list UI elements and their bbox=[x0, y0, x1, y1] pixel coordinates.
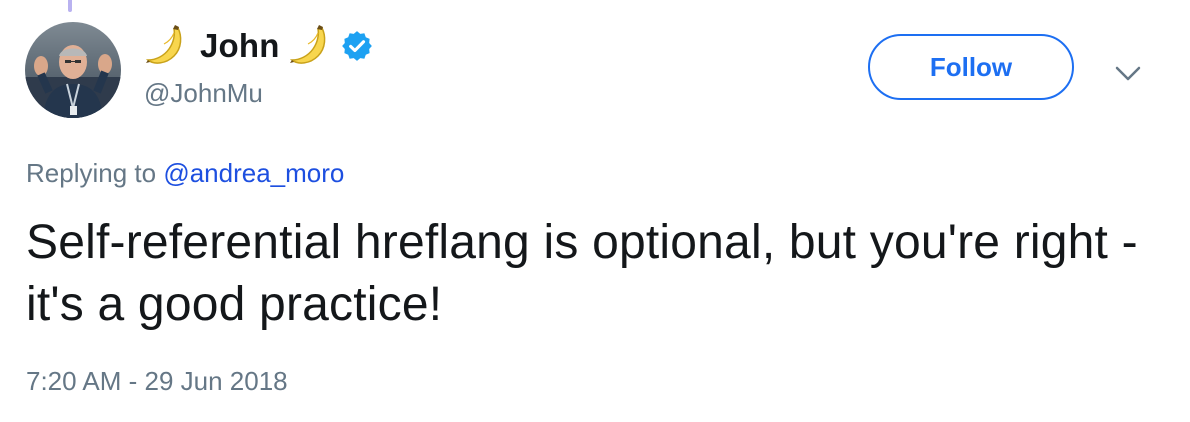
replying-to-line: Replying to @andrea_moro bbox=[26, 158, 344, 189]
tweet-text: Self-referential hreflang is optional, b… bbox=[26, 216, 1138, 331]
avatar[interactable] bbox=[25, 22, 121, 118]
replying-to-label: Replying to bbox=[26, 158, 164, 188]
verified-badge-icon bbox=[340, 29, 374, 63]
banana-icon bbox=[144, 24, 190, 68]
reply-mention-link[interactable]: @andrea_moro bbox=[163, 158, 344, 188]
author-handle[interactable]: @JohnMu bbox=[144, 78, 263, 109]
author-name-row[interactable]: John bbox=[144, 24, 374, 68]
author-display-name: John bbox=[200, 27, 280, 64]
follow-button[interactable]: Follow bbox=[868, 34, 1074, 100]
tweet-timestamp[interactable]: 7:20 AM - 29 Jun 2018 bbox=[26, 366, 288, 397]
banana-icon bbox=[288, 24, 334, 68]
chevron-down-icon[interactable] bbox=[1113, 58, 1143, 88]
thread-connector-line bbox=[68, 0, 72, 12]
